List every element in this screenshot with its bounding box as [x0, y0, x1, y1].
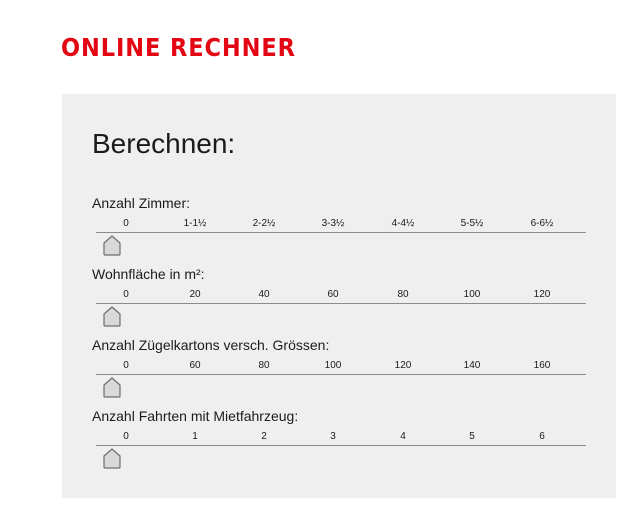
- slider-handle[interactable]: [103, 448, 121, 469]
- slider-label: Anzahl Fahrten mit Mietfahrzeug:: [92, 408, 299, 424]
- slider-handle[interactable]: [103, 377, 121, 398]
- slider-tick-label: 80: [258, 360, 270, 371]
- slider-tick-label: 40: [258, 289, 270, 300]
- slider-tick-label: 160: [533, 360, 551, 371]
- slider-track[interactable]: [96, 232, 586, 233]
- slider-tick-label: 1: [192, 431, 198, 442]
- slider-tick-label: 140: [463, 360, 481, 371]
- slider-handle[interactable]: [103, 235, 121, 256]
- slider-tick-label: 2-2½: [252, 218, 276, 229]
- slider-tick-label: 80: [397, 289, 409, 300]
- slider-track[interactable]: [96, 374, 586, 375]
- slider-tick-label: 5: [469, 431, 475, 442]
- slider-tick-label: 0: [123, 218, 129, 229]
- slider-label: Anzahl Zügelkartons versch. Grössen:: [92, 337, 330, 353]
- slider-tick-label: 6-6½: [530, 218, 554, 229]
- van-trips-slider: Anzahl Fahrten mit Mietfahrzeug: 0 1 2 3 4 5 6: [92, 408, 586, 478]
- brand-title: ONLINE RECHNER: [61, 33, 296, 62]
- moving-boxes-slider: Anzahl Zügelkartons versch. Grössen: 0 60 8…: [92, 337, 586, 407]
- slider-tick-label: 4: [400, 431, 406, 442]
- slider-tick-label: 120: [394, 360, 412, 371]
- slider-tick-label: 120: [533, 289, 551, 300]
- slider-tick-label: 60: [189, 360, 201, 371]
- slider-tick-label: 0: [123, 289, 129, 300]
- slider-handle[interactable]: [103, 306, 121, 327]
- slider-tick-label: 4-4½: [391, 218, 415, 229]
- slider-label: Wohnfläche in m²:: [92, 266, 205, 282]
- calculator-panel: Berechnen: Anzahl Zimmer: 0 1-1½ 2-2½ 3-3½ 4-…: [62, 94, 616, 498]
- slider-track[interactable]: [96, 445, 586, 446]
- slider-tick-label: 5-5½: [460, 218, 484, 229]
- slider-label: Anzahl Zimmer:: [92, 195, 191, 211]
- slider-tick-label: 3-3½: [321, 218, 345, 229]
- slider-tick-label: 2: [261, 431, 267, 442]
- living-area-slider: Wohnfläche in m²: 0 20 40 60 80 100 120: [92, 266, 586, 336]
- slider-tick-label: 0: [123, 431, 129, 442]
- slider-tick-label: 0: [123, 360, 129, 371]
- slider-tick-label: 100: [463, 289, 481, 300]
- slider-tick-label: 6: [539, 431, 545, 442]
- slider-tick-label: 1-1½: [183, 218, 207, 229]
- slider-tick-label: 100: [324, 360, 342, 371]
- rooms-slider: Anzahl Zimmer: 0 1-1½ 2-2½ 3-3½ 4-4½ 5-5½ 6-6½: [92, 195, 586, 265]
- slider-tick-label: 60: [327, 289, 339, 300]
- slider-track[interactable]: [96, 303, 586, 304]
- slider-tick-label: 3: [330, 431, 336, 442]
- calculator-title: Berechnen:: [92, 128, 236, 159]
- slider-tick-label: 20: [189, 289, 201, 300]
